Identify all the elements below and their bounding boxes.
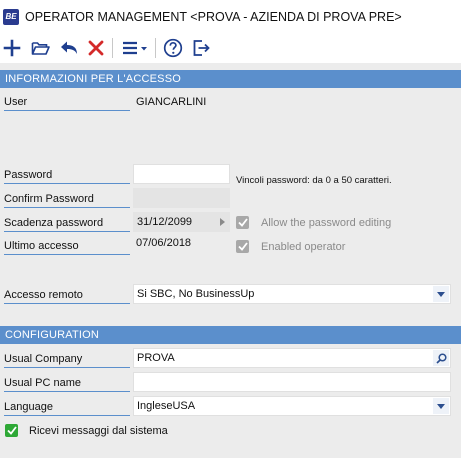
remote-access-select[interactable]: Si SBC, No BusinessUp xyxy=(133,284,451,304)
language-value: IngleseUSA xyxy=(137,400,196,412)
language-label: Language xyxy=(4,400,130,416)
search-icon xyxy=(435,352,447,364)
enabled-operator-label: Enabled operator xyxy=(261,241,346,253)
user-label: User xyxy=(4,95,130,111)
password-expiry-value: 31/12/2099 xyxy=(137,216,193,228)
remote-access-dropdown-button[interactable] xyxy=(433,286,449,302)
language-select[interactable]: IngleseUSA xyxy=(133,396,451,416)
toolbar-separator xyxy=(112,38,113,58)
chevron-down-icon xyxy=(140,46,147,50)
exit-icon xyxy=(193,40,210,56)
checkmark-icon xyxy=(237,218,248,227)
undo-button[interactable] xyxy=(58,35,80,61)
title-bar: BE OPERATOR MANAGEMENT <PROVA - AZIENDA … xyxy=(0,0,461,33)
checkmark-icon xyxy=(6,426,17,435)
password-expiry-label: Scadenza password xyxy=(4,216,130,232)
password-input[interactable] xyxy=(133,164,230,184)
delete-button[interactable] xyxy=(86,35,106,61)
last-access-value: 07/06/2018 xyxy=(136,237,192,249)
chevron-right-icon xyxy=(220,218,225,226)
allow-password-editing-checkbox[interactable] xyxy=(236,216,249,229)
app-logo-icon: BE xyxy=(3,8,19,25)
confirm-password-input[interactable] xyxy=(133,188,230,208)
confirm-password-label: Confirm Password xyxy=(4,192,130,208)
usual-pc-label: Usual PC name xyxy=(4,376,130,392)
folder-open-icon xyxy=(31,42,50,55)
receive-messages-checkbox[interactable] xyxy=(5,424,18,437)
delete-x-icon xyxy=(88,40,104,56)
user-value: GIANCARLINI xyxy=(136,96,207,108)
remote-access-value: Si SBC, No BusinessUp xyxy=(137,288,255,300)
usual-company-input[interactable]: PROVA xyxy=(133,348,451,368)
remote-access-label: Accesso remoto xyxy=(4,288,130,304)
undo-icon xyxy=(61,41,77,54)
toolbar-separator xyxy=(155,38,156,58)
usual-company-value: PROVA xyxy=(137,352,175,364)
plus-icon xyxy=(3,39,21,57)
password-hint: Vincoli password: da 0 a 50 caratteri. xyxy=(236,175,392,186)
open-button[interactable] xyxy=(30,35,52,61)
toolbar xyxy=(0,33,461,63)
password-expiry-field[interactable]: 31/12/2099 xyxy=(133,212,230,232)
receive-messages-label: Ricevi messaggi dal sistema xyxy=(29,425,168,437)
password-label: Password xyxy=(4,168,130,184)
section-header-configuration: CONFIGURATION xyxy=(0,326,461,344)
allow-password-editing-label: Allow the password editing xyxy=(261,217,392,229)
exit-button[interactable] xyxy=(190,35,212,61)
company-search-button[interactable] xyxy=(433,350,449,366)
menu-button[interactable] xyxy=(119,35,149,61)
window-title: OPERATOR MANAGEMENT <PROVA - AZIENDA DI … xyxy=(25,9,402,24)
help-button[interactable] xyxy=(162,35,184,61)
enabled-operator-checkbox[interactable] xyxy=(236,240,249,253)
chevron-down-icon xyxy=(437,291,445,297)
new-button[interactable] xyxy=(2,35,22,61)
checkmark-icon xyxy=(237,242,248,251)
chevron-down-icon xyxy=(437,403,445,409)
help-icon xyxy=(163,38,183,58)
language-dropdown-button[interactable] xyxy=(433,398,449,414)
menu-icon xyxy=(122,41,137,55)
usual-company-label: Usual Company xyxy=(4,352,130,368)
section-header-access: INFORMAZIONI PER L'ACCESSO xyxy=(0,70,461,88)
last-access-label: Ultimo accesso xyxy=(4,239,130,255)
usual-pc-input[interactable] xyxy=(133,372,451,392)
